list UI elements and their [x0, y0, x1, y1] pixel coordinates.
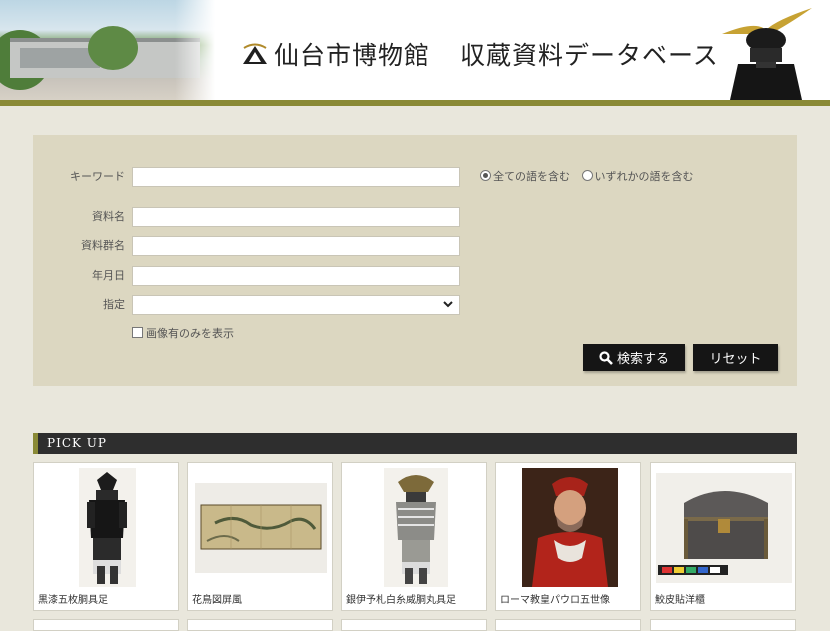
site-title[interactable]: 仙台市博物館 収蔵資料データベース	[242, 34, 719, 74]
chevron-down-icon	[443, 301, 453, 308]
group-label: 資料群名	[81, 239, 125, 252]
pickup-card[interactable]	[650, 619, 796, 631]
reset-button[interactable]: リセット	[693, 344, 778, 371]
radio-all-icon[interactable]	[480, 170, 491, 181]
pickup-card[interactable]	[495, 619, 641, 631]
pickup-caption: 花鳥図屏風	[192, 595, 242, 606]
chest-image	[656, 473, 792, 583]
museum-building-photo	[0, 0, 215, 100]
museum-logo-icon	[243, 43, 267, 64]
pickup-caption: 鮫皮貼洋櫃	[655, 595, 705, 606]
name-input[interactable]	[132, 207, 460, 227]
pickup-card[interactable]: 花鳥図屏風	[187, 462, 333, 611]
search-button[interactable]: 検索する	[583, 344, 685, 371]
image-only-checkbox[interactable]: 画像有のみを表示	[132, 326, 234, 342]
pickup-card[interactable]: 鮫皮貼洋櫃	[650, 462, 796, 611]
radio-any-icon[interactable]	[581, 170, 593, 181]
pickup-heading: PICK UP	[33, 433, 797, 454]
armor-image	[79, 468, 136, 587]
pickup-card[interactable]: 銀伊予札白糸威胴丸具足	[341, 462, 487, 611]
designation-label: 指定	[103, 298, 125, 311]
folding-screen-image	[195, 483, 327, 573]
database-name: 収蔵資料データベース	[460, 41, 719, 70]
date-label: 年月日	[92, 269, 125, 282]
designation-select[interactable]	[132, 295, 460, 315]
name-label: 資料名	[92, 210, 125, 223]
pickup-card[interactable]: ローマ教皇パウロ五世像	[495, 462, 641, 611]
portrait-image	[522, 468, 618, 587]
group-input[interactable]	[132, 236, 460, 256]
pickup-caption: 銀伊予札白糸威胴丸具足	[346, 595, 456, 606]
date-input[interactable]	[132, 266, 460, 286]
museum-name: 仙台市博物館	[274, 41, 431, 70]
site-header: 仙台市博物館 収蔵資料データベース	[0, 0, 830, 106]
armor-image	[384, 468, 448, 587]
search-icon	[599, 350, 613, 365]
pickup-caption: 黒漆五枚胴具足	[38, 595, 108, 606]
radio-all-words[interactable]: 全ての語を含む	[480, 170, 570, 183]
search-form: キーワード 全ての語を含む いずれかの語を含む 資料名 資料群名 年月日 指定 …	[33, 135, 797, 386]
radio-any-words[interactable]: いずれかの語を含む	[581, 170, 694, 183]
pickup-card[interactable]	[341, 619, 487, 631]
checkbox-box[interactable]	[132, 327, 143, 338]
pickup-card[interactable]	[187, 619, 333, 631]
helmet-armor-image	[722, 8, 812, 100]
pickup-caption: ローマ教皇パウロ五世像	[500, 595, 610, 606]
pickup-card[interactable]	[33, 619, 179, 631]
keyword-mode-radios: 全ての語を含む いずれかの語を含む	[480, 167, 694, 187]
keyword-label: キーワード	[70, 170, 125, 183]
pickup-card[interactable]: 黒漆五枚胴具足	[33, 462, 179, 611]
keyword-input[interactable]	[132, 167, 460, 187]
